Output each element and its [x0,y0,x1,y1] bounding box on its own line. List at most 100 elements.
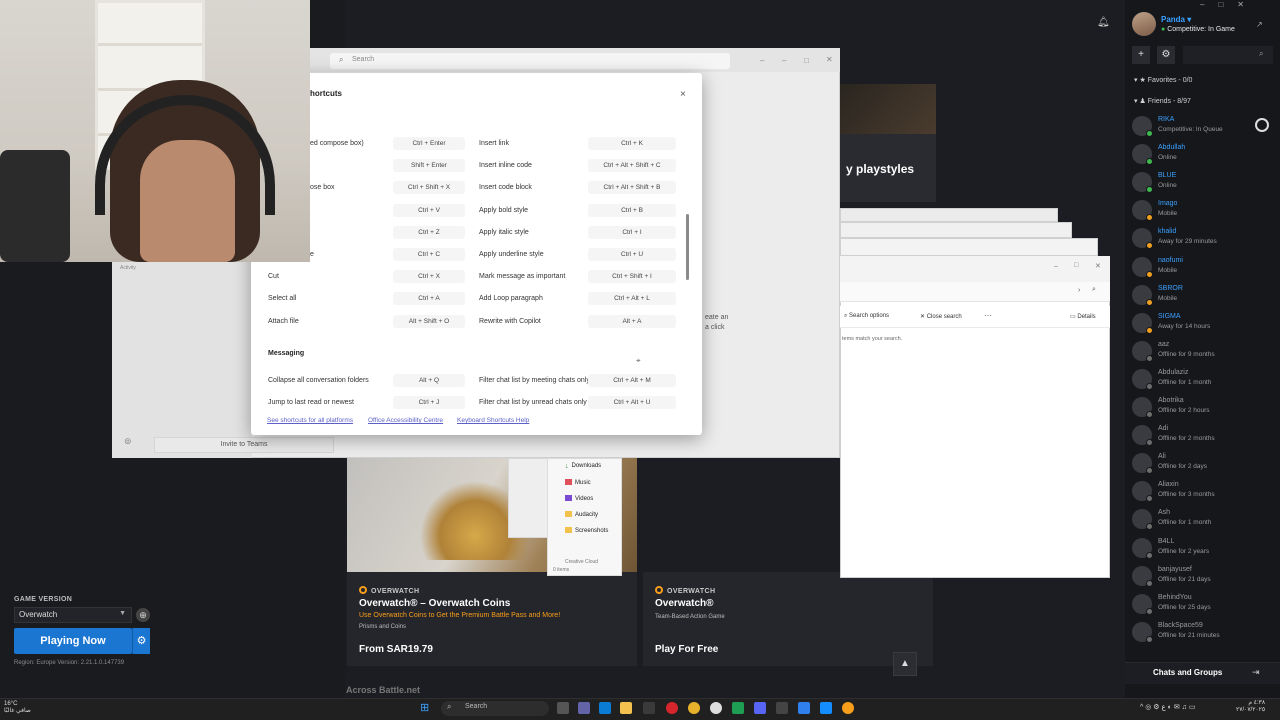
friend-row[interactable]: Ali Offline for 2 days [1132,451,1272,479]
close-icon[interactable]: ✕ [1095,262,1101,270]
friend-row[interactable]: Imago Mobile [1132,198,1272,226]
chrome-icon[interactable] [688,702,700,714]
overwatch-icon[interactable] [842,702,854,714]
close-icon[interactable]: ✕ [826,55,833,64]
overwatch-brand-tag: OVERWATCH [655,586,715,595]
favorites-group[interactable]: ▾ ★ Favorites - 0/0 [1134,76,1192,84]
search-options-button[interactable]: ⌕ Search options [844,313,889,320]
explorer-window-back[interactable] [508,458,548,538]
teams-icon[interactable] [578,702,590,714]
teams-search-input[interactable]: ⌕ Search [330,53,730,69]
friend-row[interactable]: Abdullah Online [1132,142,1272,170]
playing-now-button[interactable]: Playing Now [14,628,132,654]
friend-name: banjayusef [1158,565,1192,573]
nav-item-downloads[interactable]: ↓ Downloads [565,463,601,470]
refresh-icon[interactable]: › [1078,287,1080,294]
clock[interactable]: ٤:٣٨ م ٢٧/٠٧/٢٠٢٥ [1236,700,1265,714]
globe-icon[interactable]: ⊕ [136,608,150,622]
friend-name: aaz [1158,340,1170,348]
details-button[interactable]: ▭ Details [1070,313,1096,320]
nav-item-music[interactable]: Music [565,479,591,486]
minimize-icon[interactable]: – [760,56,764,65]
friend-row[interactable]: khalid Away for 29 minutes [1132,226,1272,254]
close-search-button[interactable]: ✕ Close search [920,313,962,320]
external-link-icon[interactable]: ↗ [1256,20,1263,29]
weather-widget[interactable]: 16°C صافي غالبًا [4,701,31,715]
friend-row[interactable]: naofumi Mobile [1132,255,1272,283]
friend-row[interactable]: Aliaxin Offline for 3 months [1132,479,1272,507]
link-all-platforms[interactable]: See shortcuts for all platforms [267,417,353,424]
edge-icon[interactable] [599,702,611,714]
friend-row[interactable]: SIGMA Away for 14 hours [1132,311,1272,339]
avatar[interactable] [1132,12,1156,36]
friend-row[interactable]: Adi Offline for 2 months [1132,423,1272,451]
task-view-icon[interactable] [557,702,569,714]
nav-item-audacity[interactable]: Audacity [565,511,598,518]
friend-row[interactable]: SBROR Mobile [1132,283,1272,311]
search-icon[interactable]: ⌕ [1092,286,1096,294]
folder-icon [565,511,572,517]
store-card-overwatch[interactable]: OVERWATCH Overwatch® Team-Based Action G… [643,572,933,666]
friend-row[interactable]: BlackSpace59 Offline for 21 minutes [1132,620,1272,648]
friend-name: Abdullah [1158,144,1186,152]
shortcut-label: Collapse all conversation folders [268,377,369,384]
dialog-scrollbar[interactable] [686,214,689,280]
more-options-button[interactable]: ··· [984,311,992,320]
expand-icon[interactable]: ⇥ [1252,667,1260,678]
minimize-icon[interactable]: – [782,56,786,65]
game-version-select[interactable]: Overwatch ▼ [14,607,132,623]
help-icon[interactable]: ⊚ [124,436,132,447]
opera-icon[interactable] [666,702,678,714]
app-icon[interactable] [776,702,788,714]
system-tray[interactable]: ^ ◎ ⚙ ﻉ ◐ ✉ ♫ ▭ [1140,703,1195,711]
friend-row[interactable]: Ash Offline for 1 month [1132,507,1272,535]
friend-row[interactable]: banjayusef Offline for 21 days [1132,564,1272,592]
maximize-icon[interactable]: □ [1074,262,1078,269]
friend-row[interactable]: BehindYou Offline for 25 days [1132,592,1272,620]
status-dot-icon [1146,495,1153,503]
minimize-icon[interactable]: – [1054,263,1058,270]
friend-row[interactable]: B4LL Offline for 2 years [1132,536,1272,564]
nav-item-videos[interactable]: Videos [565,495,593,502]
friend-row[interactable]: BLUE Online [1132,170,1272,198]
taskbar-search[interactable]: ⌕ Search [441,701,549,716]
window-controls[interactable]: –□✕ [1200,0,1258,9]
explorer-window-back[interactable] [840,238,1098,256]
nav-item-screenshots[interactable]: Screenshots [565,527,608,534]
calendar-icon[interactable] [643,702,655,714]
friend-search-input[interactable]: ⌕ [1183,46,1273,64]
promo-image[interactable] [840,84,936,134]
discord-icon[interactable] [754,702,766,714]
friends-group[interactable]: ▾ ♟ Friends - 8/97 [1134,97,1191,105]
app-icon[interactable] [732,702,744,714]
link-shortcuts-help[interactable]: Keyboard Shortcuts Help [457,417,529,424]
app-icon[interactable] [798,702,810,714]
nav-item-creative-cloud[interactable]: Creative Cloud [565,559,598,565]
battlenet-icon[interactable] [820,702,832,714]
profile-name[interactable]: Panda ▾ [1161,15,1191,24]
shortcut-label: Rewrite with Copilot [479,317,541,325]
explorer-window-back[interactable] [840,208,1058,222]
manage-friends-icon[interactable]: ⚙ [1157,46,1175,64]
link-accessibility-centre[interactable]: Office Accessibility Centre [368,417,443,424]
friend-row[interactable]: RIKA Competitive: In Queue [1132,114,1272,142]
invite-to-teams-button[interactable]: Invite to Teams [154,437,334,453]
chevron-up-icon[interactable]: ▲ [893,652,917,676]
obs-icon[interactable] [710,702,722,714]
store-card-coins[interactable]: OVERWATCH Overwatch® – Overwatch Coins U… [347,572,637,666]
add-friend-icon[interactable]: + [1132,46,1150,64]
friend-status: Offline for 9 months [1158,350,1215,358]
region-version-info: Region: Europe Version: 2.21.1.0.147739 [14,660,125,666]
gear-icon[interactable]: ⚙ [132,628,150,654]
file-explorer-icon[interactable] [620,702,632,714]
bell-icon[interactable]: 🔔︎ [1097,17,1110,28]
friend-row[interactable]: aaz Offline for 9 months [1132,339,1272,367]
download-icon: ↓ [565,463,569,470]
windows-start-icon[interactable]: ⊞ [420,701,429,714]
maximize-icon[interactable]: □ [804,56,809,65]
friend-row[interactable]: Abotrika Offline for 2 hours [1132,395,1272,423]
close-icon[interactable]: × [680,89,686,100]
explorer-address-bar[interactable]: › ⌕ [840,282,1110,302]
explorer-window-back[interactable] [840,222,1072,238]
friend-row[interactable]: Abdulaziz Offline for 1 month [1132,367,1272,395]
